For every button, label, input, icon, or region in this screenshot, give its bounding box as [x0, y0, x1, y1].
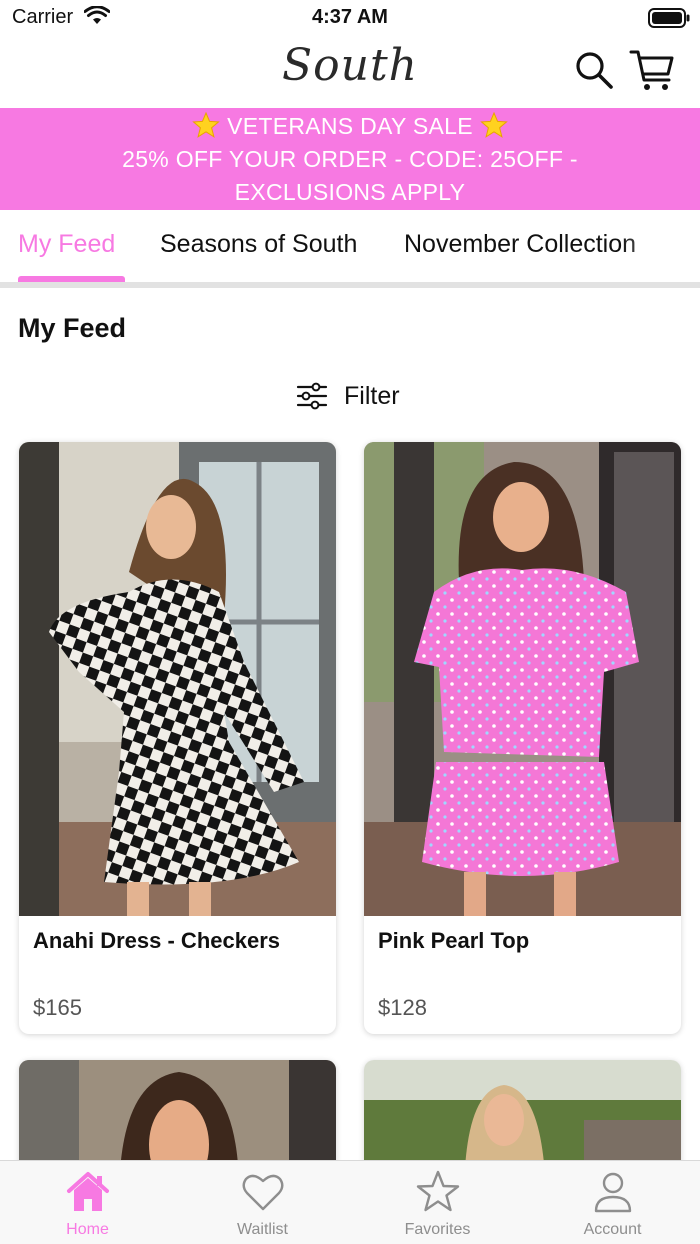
promo-title: VETERANS DAY SALE [227, 113, 473, 139]
status-time: 4:37 AM [312, 6, 388, 28]
product-price: $165 [33, 995, 82, 1020]
tab-home-label: Home [66, 1221, 109, 1238]
tab-waitlist-label: Waitlist [237, 1221, 288, 1238]
product-price: $128 [378, 995, 427, 1020]
tab-home[interactable]: Home [0, 1161, 175, 1244]
category-tabs: My Feed Seasons of South November Collec… [0, 210, 700, 288]
nav-bar: South [0, 36, 700, 108]
cart-icon[interactable] [628, 46, 676, 94]
bottom-tab-bar: Home Waitlist Favorites Account [0, 1160, 700, 1244]
star-emoji-icon [192, 112, 221, 138]
product-card[interactable]: Anahi Dress - Checkers $165 [19, 442, 336, 1034]
page-title: My Feed [18, 313, 127, 343]
promo-line-3: EXCLUSIONS APPLY [234, 179, 466, 205]
tab-seasons-of-south[interactable]: Seasons of South [160, 230, 357, 259]
heart-icon [242, 1174, 283, 1211]
product-name: Pink Pearl Top [378, 928, 530, 953]
tab-my-feed[interactable]: My Feed [18, 230, 115, 259]
sliders-icon [296, 382, 328, 410]
product-card[interactable]: Pink Pearl Top $128 [364, 442, 681, 1034]
tab-favorites-label: Favorites [404, 1221, 471, 1238]
tab-november-collection[interactable]: November Collection [404, 230, 636, 259]
active-tab-indicator [18, 276, 125, 282]
filter-label: Filter [344, 381, 400, 410]
promo-banner[interactable]: VETERANS DAY SALE 25% OFF YOUR ORDER - C… [0, 108, 700, 210]
tab-waitlist[interactable]: Waitlist [175, 1161, 350, 1244]
tab-favorites[interactable]: Favorites [350, 1161, 525, 1244]
star-icon [416, 1170, 459, 1212]
person-icon [594, 1172, 631, 1213]
star-emoji-icon [479, 112, 508, 138]
battery-icon [648, 8, 690, 28]
home-icon [66, 1172, 109, 1211]
search-icon[interactable] [574, 50, 614, 90]
product-image [364, 442, 681, 916]
tab-account-label: Account [583, 1221, 642, 1238]
status-bar: Carrier 4:37 AM [0, 0, 700, 36]
product-name: Anahi Dress - Checkers [33, 928, 280, 953]
promo-line-1: VETERANS DAY SALE [0, 110, 700, 143]
filter-button[interactable]: Filter [296, 376, 416, 416]
product-image [19, 442, 336, 916]
tab-account[interactable]: Account [525, 1161, 700, 1244]
promo-line-2: 25% OFF YOUR ORDER - CODE: 25OFF - [122, 146, 578, 172]
